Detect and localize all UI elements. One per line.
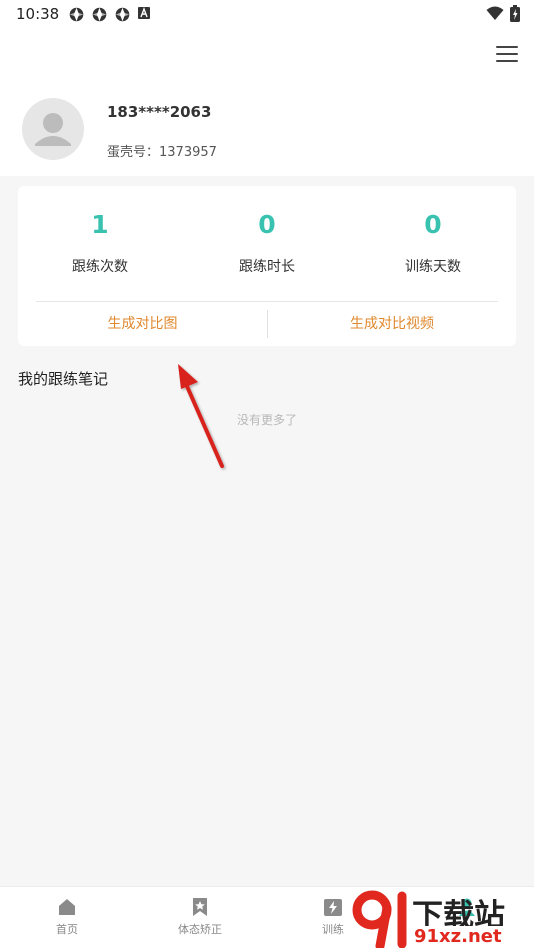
notification-icons bbox=[68, 6, 151, 23]
stat-training-days[interactable]: 0 训练天数 bbox=[353, 210, 513, 276]
stat-label: 跟练时长 bbox=[239, 259, 295, 275]
stat-value: 0 bbox=[258, 210, 276, 239]
a-box-icon bbox=[138, 7, 150, 19]
stat-value: 1 bbox=[91, 210, 109, 239]
generate-compare-image-button[interactable]: 生成对比图 bbox=[18, 302, 267, 346]
bookmark-star-icon bbox=[193, 898, 207, 916]
menu-line bbox=[496, 46, 518, 48]
user-placeholder-icon bbox=[35, 113, 71, 146]
nav-item-posture-correction[interactable]: 体态矫正 bbox=[150, 897, 250, 937]
wifi-icon bbox=[486, 6, 504, 20]
site-watermark: 下载站 91xz.net bbox=[350, 888, 530, 948]
app-notification-icon bbox=[115, 7, 130, 22]
nav-item-home[interactable]: 首页 bbox=[17, 897, 117, 937]
system-icons bbox=[486, 5, 520, 22]
menu-line bbox=[496, 60, 518, 62]
status-time: 10:38 bbox=[16, 5, 60, 23]
stat-follow-count[interactable]: 1 跟练次数 bbox=[20, 210, 180, 276]
menu-button[interactable] bbox=[496, 46, 518, 64]
watermark-domain: 91xz.net bbox=[412, 926, 504, 947]
profile-header: 183****2063 蛋壳号：1373957 bbox=[0, 28, 534, 176]
home-icon bbox=[59, 899, 75, 915]
stats-card: 1 跟练次数 0 跟练时长 0 训练天数 生成对比图 生成对比视频 bbox=[18, 186, 516, 346]
app-notification-icon bbox=[69, 7, 84, 22]
nav-label: 体态矫正 bbox=[178, 923, 222, 936]
annotation-arrow bbox=[178, 364, 224, 468]
menu-line bbox=[496, 53, 518, 55]
app-notification-icon bbox=[92, 7, 107, 22]
user-shell-id: 蛋壳号：1373957 bbox=[107, 145, 217, 160]
lightning-icon bbox=[324, 899, 342, 916]
stat-label: 跟练次数 bbox=[72, 259, 128, 275]
stat-label: 训练天数 bbox=[405, 259, 461, 275]
status-bar: 10:38 bbox=[0, 0, 534, 28]
stat-value: 0 bbox=[424, 210, 442, 239]
nav-label: 首页 bbox=[56, 923, 78, 936]
notes-section-title: 我的跟练笔记 bbox=[18, 370, 109, 388]
user-phone: 183****2063 bbox=[107, 103, 212, 121]
avatar[interactable] bbox=[22, 98, 84, 160]
no-more-text: 没有更多了 bbox=[236, 413, 297, 427]
generate-compare-video-button[interactable]: 生成对比视频 bbox=[268, 302, 516, 346]
battery-charging-icon bbox=[510, 5, 520, 22]
stat-follow-duration[interactable]: 0 跟练时长 bbox=[187, 210, 347, 276]
